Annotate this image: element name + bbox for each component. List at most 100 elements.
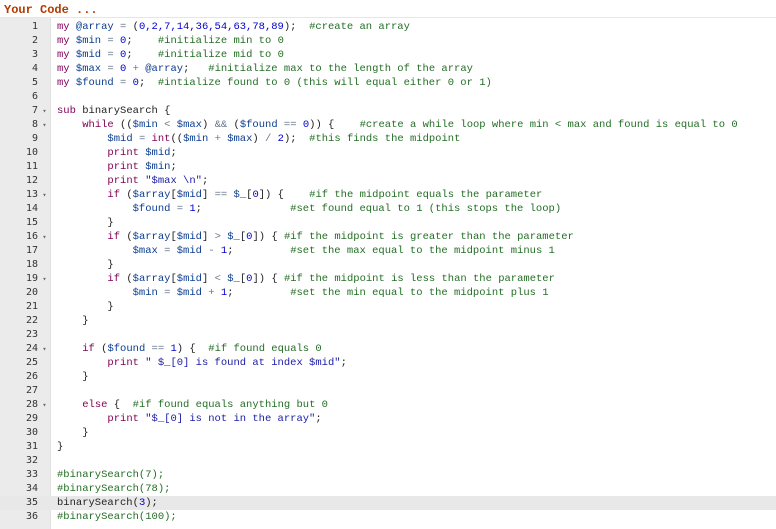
- code-line[interactable]: 36 #binarySearch(100);: [0, 510, 776, 524]
- fold-toggle-icon[interactable]: ▾: [40, 230, 49, 244]
- code-text[interactable]: }: [57, 370, 88, 384]
- code-token: ]) {: [258, 189, 310, 201]
- fold-toggle-icon[interactable]: ▾: [40, 398, 49, 412]
- code-text[interactable]: print $mid;: [57, 146, 176, 160]
- code-text[interactable]: }: [57, 426, 88, 440]
- code-line[interactable]: 13 ▾ if ($array[$mid] == $_[0]) { #if the…: [0, 188, 776, 202]
- code-line[interactable]: 28 ▾ else { #if found equals anything but…: [0, 398, 776, 412]
- code-text[interactable]: }: [57, 300, 113, 314]
- code-token: ]) {: [252, 273, 284, 285]
- code-text[interactable]: if ($array[$mid] == $_[0]) { #if the mid…: [57, 188, 542, 202]
- code-token: ): [252, 133, 266, 145]
- code-text[interactable]: $max = $mid - 1; #set the max equal to t…: [57, 244, 555, 258]
- code-text[interactable]: if ($found == 1) { #if found equals 0: [57, 342, 322, 356]
- code-line[interactable]: 5 my $found = 0; #intialize found to 0 (t…: [0, 76, 776, 90]
- code-token: #binarySearch(7);: [57, 469, 165, 481]
- code-token: if: [107, 231, 127, 243]
- code-text[interactable]: binarySearch(3);: [57, 496, 158, 510]
- code-line[interactable]: 22 }: [0, 314, 776, 328]
- code-text[interactable]: while (($min < $max) && ($found == 0)) {…: [57, 118, 737, 132]
- code-token: }: [107, 217, 114, 229]
- code-line[interactable]: 16 ▾ if ($array[$mid] > $_[0]) { #if the …: [0, 230, 776, 244]
- code-line[interactable]: 3 my $mid = 0; #initialize mid to 0: [0, 48, 776, 62]
- code-text[interactable]: $mid = int(($min + $max) / 2); #this fin…: [57, 132, 460, 146]
- code-line[interactable]: 25 print " $_[0] is found at index $mid"…: [0, 356, 776, 370]
- fold-toggle-icon[interactable]: ▾: [40, 272, 49, 286]
- code-token: print: [107, 147, 146, 159]
- code-token: #if the midpoint equals the parameter: [309, 189, 543, 201]
- code-line[interactable]: 19 ▾ if ($array[$mid] < $_[0]) { #if the …: [0, 272, 776, 286]
- code-line[interactable]: 27: [0, 384, 776, 398]
- code-token: $mid: [107, 133, 133, 145]
- code-line[interactable]: 21 }: [0, 300, 776, 314]
- code-token: $found: [107, 343, 146, 355]
- code-lines[interactable]: 1 my @array = (0,2,7,14,36,54,63,78,89); …: [0, 20, 776, 524]
- code-line[interactable]: 11 print $min;: [0, 160, 776, 174]
- line-number: 13: [25, 189, 38, 200]
- code-token: ((: [120, 119, 133, 131]
- code-line[interactable]: 12 print "$max \n";: [0, 174, 776, 188]
- code-line[interactable]: 31}: [0, 440, 776, 454]
- code-line[interactable]: 17 $max = $mid - 1; #set the max equal t…: [0, 244, 776, 258]
- code-text[interactable]: my $min = 0; #initialize min to 0: [57, 34, 284, 48]
- code-text[interactable]: }: [57, 440, 63, 454]
- line-number: 7: [31, 105, 38, 116]
- code-text[interactable]: $min = $mid + 1; #set the min equal to t…: [57, 286, 549, 300]
- code-line[interactable]: 4 my $max = 0 + @array; #initialize max t…: [0, 62, 776, 76]
- line-number: 32: [25, 455, 38, 466]
- code-text[interactable]: sub binarySearch {: [57, 104, 170, 118]
- code-line[interactable]: 10 print $mid;: [0, 146, 776, 160]
- line-number: 17: [25, 245, 38, 256]
- code-token: print: [107, 175, 146, 187]
- code-line[interactable]: 20 $min = $mid + 1; #set the min equal t…: [0, 286, 776, 300]
- code-text[interactable]: }: [57, 258, 113, 272]
- fold-toggle-icon[interactable]: ▾: [40, 118, 49, 132]
- code-editor[interactable]: 1 my @array = (0,2,7,14,36,54,63,78,89); …: [0, 17, 776, 529]
- code-text[interactable]: $found = 1; #set found equal to 1 (this …: [57, 202, 562, 216]
- code-line[interactable]: 6: [0, 90, 776, 104]
- code-line[interactable]: 24 ▾ if ($found == 1) { #if found equals …: [0, 342, 776, 356]
- code-line[interactable]: 29 print "$_[0] is not in the array";: [0, 412, 776, 426]
- code-text[interactable]: if ($array[$mid] < $_[0]) { #if the midp…: [57, 272, 554, 286]
- code-token: $min: [132, 119, 158, 131]
- code-line[interactable]: 35 binarySearch(3);: [0, 496, 776, 510]
- code-token: );: [283, 133, 310, 145]
- code-line[interactable]: 23: [0, 328, 776, 342]
- code-text[interactable]: my $max = 0 + @array; #initialize max to…: [57, 62, 473, 76]
- code-line[interactable]: 33 #binarySearch(7);: [0, 468, 776, 482]
- code-token: (: [227, 119, 240, 131]
- fold-toggle-icon[interactable]: ▾: [40, 104, 49, 118]
- code-line[interactable]: 32: [0, 454, 776, 468]
- code-text[interactable]: #binarySearch(7);: [57, 468, 164, 482]
- fold-toggle-icon[interactable]: ▾: [40, 188, 49, 202]
- code-text[interactable]: }: [57, 314, 88, 328]
- code-text[interactable]: if ($array[$mid] > $_[0]) { #if the midp…: [57, 230, 573, 244]
- code-line[interactable]: 7 ▾ sub binarySearch {: [0, 104, 776, 118]
- code-line[interactable]: 9 $mid = int(($min + $max) / 2); #this f…: [0, 132, 776, 146]
- code-text[interactable]: #binarySearch(78);: [57, 482, 170, 496]
- code-text[interactable]: print " $_[0] is found at index $mid";: [57, 356, 346, 370]
- code-text[interactable]: #binarySearch(100);: [57, 510, 177, 524]
- code-text[interactable]: my @array = (0,2,7,14,36,54,63,78,89); #…: [57, 20, 410, 34]
- code-line[interactable]: 1 my @array = (0,2,7,14,36,54,63,78,89); …: [0, 20, 776, 34]
- code-text[interactable]: }: [57, 216, 114, 230]
- code-text[interactable]: my $found = 0; #intialize found to 0 (th…: [57, 76, 492, 90]
- code-token: #if found equals anything but 0: [132, 399, 328, 411]
- code-text[interactable]: my $mid = 0; #initialize mid to 0: [57, 48, 284, 62]
- code-line[interactable]: 2 my $min = 0; #initialize min to 0: [0, 34, 776, 48]
- fold-toggle-icon[interactable]: ▾: [40, 342, 49, 356]
- code-text[interactable]: print "$_[0] is not in the array";: [57, 412, 321, 426]
- code-line[interactable]: 30 }: [0, 426, 776, 440]
- code-line[interactable]: 18 }: [0, 258, 776, 272]
- code-text[interactable]: print $min;: [57, 160, 176, 174]
- code-line[interactable]: 8 ▾ while (($min < $max) && ($found == 0)…: [0, 118, 776, 132]
- code-line[interactable]: 14 $found = 1; #set found equal to 1 (th…: [0, 202, 776, 216]
- code-text[interactable]: print "$max \n";: [57, 174, 208, 188]
- code-text[interactable]: else { #if found equals anything but 0: [57, 398, 328, 412]
- code-line[interactable]: 26 }: [0, 370, 776, 384]
- code-line[interactable]: 15 }: [0, 216, 776, 230]
- code-line[interactable]: 34 #binarySearch(78);: [0, 482, 776, 496]
